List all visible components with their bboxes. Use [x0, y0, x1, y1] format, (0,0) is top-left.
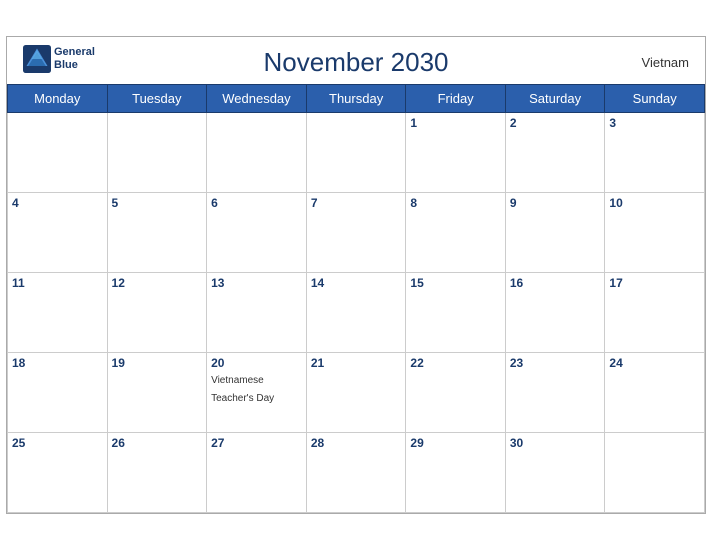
calendar-cell: [8, 113, 108, 193]
day-number: 18: [12, 356, 103, 370]
calendar-cell: 10: [605, 193, 705, 273]
calendar-cell: 28: [306, 433, 406, 513]
event-label: Vietnamese Teacher's Day: [211, 375, 274, 404]
calendar-cell: [207, 113, 307, 193]
col-monday: Monday: [8, 85, 108, 113]
week-row-5: 25 26 27 28 29 30: [8, 433, 705, 513]
calendar-cell: 17: [605, 273, 705, 353]
col-thursday: Thursday: [306, 85, 406, 113]
day-number: 12: [112, 276, 203, 290]
header-row: Monday Tuesday Wednesday Thursday Friday…: [8, 85, 705, 113]
col-friday: Friday: [406, 85, 505, 113]
calendar-cell: 13: [207, 273, 307, 353]
calendar-cell: [605, 433, 705, 513]
week-row-4: 18 19 20 Vietnamese Teacher's Day 21 22 23 24: [8, 353, 705, 433]
week-row-2: 456789 10: [8, 193, 705, 273]
calendar-container: General Blue November 2030 Vietnam Monda…: [6, 36, 706, 514]
day-number: 16: [510, 276, 601, 290]
calendar-grid: Monday Tuesday Wednesday Thursday Friday…: [7, 84, 705, 513]
calendar-cell: 30: [505, 433, 605, 513]
day-number: 21: [311, 356, 402, 370]
calendar-cell: 22: [406, 353, 505, 433]
calendar-cell: 1: [406, 113, 505, 193]
day-number: 7: [311, 196, 402, 210]
calendar-cell: 6: [207, 193, 307, 273]
calendar-cell: 8: [406, 193, 505, 273]
calendar-cell: 19: [107, 353, 207, 433]
day-number: 14: [311, 276, 402, 290]
calendar-cell: 24: [605, 353, 705, 433]
calendar-cell: 18: [8, 353, 108, 433]
calendar-cell: 14: [306, 273, 406, 353]
calendar-cell: 16: [505, 273, 605, 353]
day-number: 27: [211, 436, 302, 450]
day-number: 29: [410, 436, 500, 450]
calendar-cell: 25: [8, 433, 108, 513]
calendar-cell: 3: [605, 113, 705, 193]
calendar-cell: 15: [406, 273, 505, 353]
day-number: 6: [211, 196, 302, 210]
week-row-1: 123: [8, 113, 705, 193]
day-number: 11: [12, 276, 103, 290]
week-row-3: 11 12 13 14 15 16 17: [8, 273, 705, 353]
calendar-cell: 2: [505, 113, 605, 193]
col-saturday: Saturday: [505, 85, 605, 113]
calendar-cell: 26: [107, 433, 207, 513]
day-number: 30: [510, 436, 601, 450]
calendar-cell: 21: [306, 353, 406, 433]
day-number: 3: [609, 116, 700, 130]
logo-text-block: General Blue: [54, 46, 95, 72]
day-number: 26: [112, 436, 203, 450]
calendar-cell: [306, 113, 406, 193]
col-tuesday: Tuesday: [107, 85, 207, 113]
day-number: 13: [211, 276, 302, 290]
calendar-cell: 20 Vietnamese Teacher's Day: [207, 353, 307, 433]
calendar-cell: 11: [8, 273, 108, 353]
calendar-cell: 4: [8, 193, 108, 273]
day-number: 23: [510, 356, 601, 370]
calendar-cell: 27: [207, 433, 307, 513]
day-number: 1: [410, 116, 500, 130]
calendar-cell: 7: [306, 193, 406, 273]
col-wednesday: Wednesday: [207, 85, 307, 113]
day-number: 9: [510, 196, 601, 210]
country-label: Vietnam: [642, 55, 689, 70]
day-number: 10: [609, 196, 700, 210]
calendar-header: General Blue November 2030 Vietnam: [7, 37, 705, 84]
day-number: 20: [211, 356, 302, 370]
calendar-cell: 12: [107, 273, 207, 353]
logo-brand2: Blue: [54, 59, 95, 72]
day-number: 8: [410, 196, 500, 210]
day-number: 15: [410, 276, 500, 290]
day-number: 2: [510, 116, 601, 130]
day-number: 19: [112, 356, 203, 370]
month-title: November 2030: [264, 47, 449, 78]
calendar-cell: [107, 113, 207, 193]
day-number: 25: [12, 436, 103, 450]
logo-icon: [23, 45, 51, 73]
logo: General Blue: [23, 45, 95, 73]
day-number: 22: [410, 356, 500, 370]
calendar-cell: 23: [505, 353, 605, 433]
logo-brand: General: [54, 46, 95, 59]
calendar-cell: 9: [505, 193, 605, 273]
day-number: 17: [609, 276, 700, 290]
calendar-cell: 5: [107, 193, 207, 273]
col-sunday: Sunday: [605, 85, 705, 113]
day-number: 5: [112, 196, 203, 210]
day-number: 24: [609, 356, 700, 370]
day-number: 4: [12, 196, 103, 210]
day-number: 28: [311, 436, 402, 450]
calendar-cell: 29: [406, 433, 505, 513]
